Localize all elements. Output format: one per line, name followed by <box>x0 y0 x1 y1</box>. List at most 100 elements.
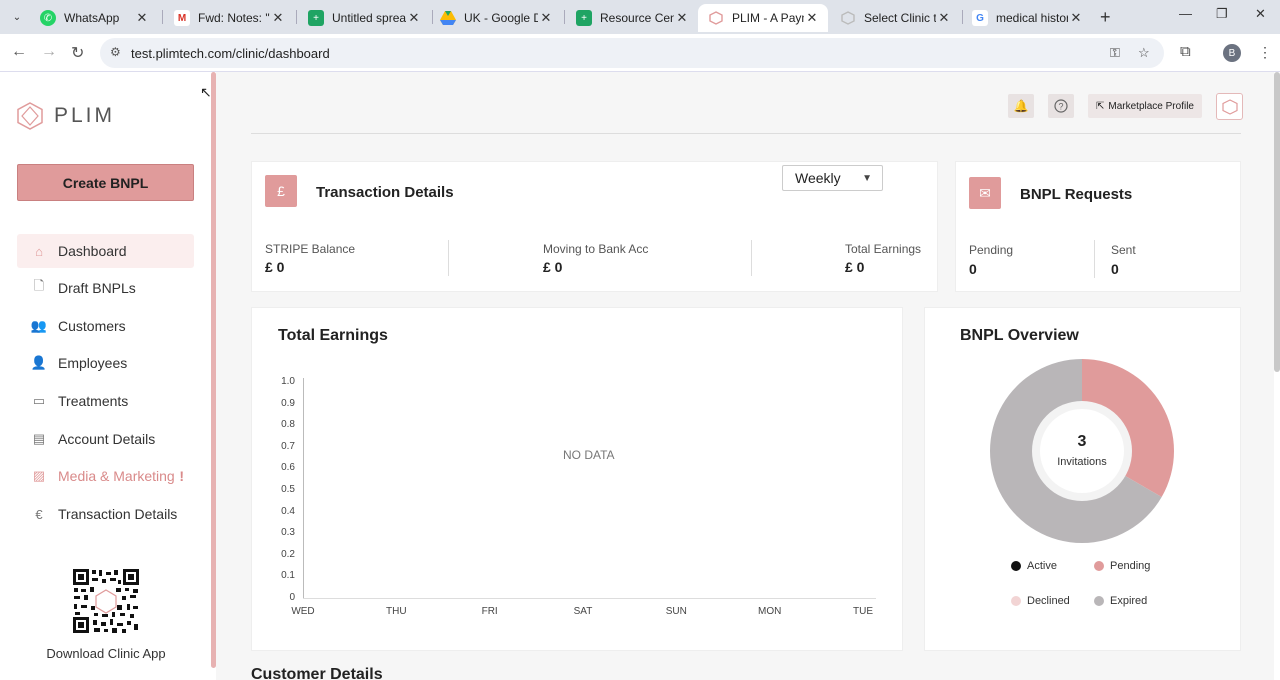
sidebar-item-draft-bnpls[interactable]: 🗋 Draft BNPLs <box>17 271 194 305</box>
legend-expired: Expired <box>1094 595 1147 607</box>
plim-icon <box>708 10 724 26</box>
chart-title: Total Earnings <box>278 327 388 344</box>
back-icon[interactable]: ← <box>11 43 27 61</box>
stat-label: Sent <box>1111 243 1136 257</box>
tab-medical-history[interactable]: G medical history c ✕ <box>962 4 1092 32</box>
close-icon[interactable]: ✕ <box>538 10 554 26</box>
tab-resource-centre[interactable]: + Resource Centre ✕ <box>566 4 698 32</box>
user-add-icon: 👤 <box>30 355 48 370</box>
profile-avatar[interactable]: B <box>1223 44 1241 62</box>
plim-logo-icon <box>17 102 43 130</box>
stat-label: Pending <box>969 243 1014 257</box>
create-bnpl-button[interactable]: Create BNPL <box>17 164 194 201</box>
period-select[interactable]: Weekly ▼ <box>782 165 883 191</box>
close-icon[interactable]: ✕ <box>406 10 422 26</box>
stat-value: 0 <box>969 261 977 277</box>
sidebar-item-label: Draft BNPLs <box>58 280 136 296</box>
close-icon[interactable]: ✕ <box>134 10 150 26</box>
tab-label: Resource Centre <box>600 11 674 25</box>
chart-title: BNPL Overview <box>960 327 1079 344</box>
sidebar-item-transaction-details[interactable]: € Transaction Details <box>17 497 194 531</box>
site-settings-icon[interactable]: ⚙ <box>110 45 121 59</box>
sidebar-item-label: Media & Marketing <box>58 468 175 484</box>
stat-label: Moving to Bank Acc <box>543 242 649 256</box>
account-avatar-button[interactable] <box>1216 93 1243 120</box>
tab-google-drive[interactable]: UK - Google Driv ✕ <box>430 4 562 32</box>
reload-icon[interactable]: ↻ <box>71 43 84 63</box>
sidebar-item-media-marketing[interactable]: ▨ Media & Marketing ! <box>17 459 194 493</box>
browser-menu-icon[interactable]: ⋮ <box>1258 44 1272 61</box>
new-tab-icon[interactable]: + <box>1100 7 1111 28</box>
sidebar-item-label: Transaction Details <box>58 506 178 522</box>
marketplace-profile-label: Marketplace Profile <box>1108 100 1194 112</box>
legend-label: Active <box>1027 560 1057 572</box>
y-tick-label: 0 <box>289 592 295 603</box>
card-title: BNPL Requests <box>1020 186 1133 203</box>
id-card-icon: ▤ <box>32 431 46 446</box>
sidebar-item-label: Dashboard <box>58 243 127 259</box>
bnpl-requests-card: ✉ BNPL Requests Pending 0 Sent 0 <box>955 161 1241 292</box>
bookmark-star-icon[interactable]: ☆ <box>1138 45 1150 61</box>
restore-icon[interactable]: ❐ <box>1216 6 1228 22</box>
tab-search-icon[interactable]: ⌄ <box>6 6 28 28</box>
sidebar-item-employees[interactable]: 👤 Employees <box>17 346 194 380</box>
sidebar-item-dashboard[interactable]: ⌂ Dashboard <box>17 234 194 268</box>
legend-dot <box>1094 596 1104 606</box>
help-icon[interactable]: ? <box>1048 94 1074 118</box>
x-tick-label: WED <box>291 606 315 617</box>
stat-value: 0 <box>1111 261 1119 277</box>
password-key-icon[interactable]: ⚿ <box>1110 45 1120 61</box>
sidebar-item-label: Customers <box>58 318 126 334</box>
x-tick-label: MON <box>757 606 782 617</box>
tab-label: Select Clinic to c <box>864 11 936 25</box>
sidebar-item-account-details[interactable]: ▤ Account Details <box>17 422 194 456</box>
external-link-icon: ⇱ <box>1096 100 1105 112</box>
whatsapp-icon: ✆ <box>40 10 56 26</box>
envelope-icon: ✉ <box>969 177 1001 209</box>
y-tick-label: 0.6 <box>281 462 295 474</box>
extensions-icon[interactable]: ⧉ <box>1180 43 1191 60</box>
bell-icon[interactable]: 🔔 <box>1008 94 1034 118</box>
tab-plim[interactable]: PLIM - A Paymen ✕ <box>698 4 828 32</box>
sidebar-item-customers[interactable]: 👥 Customers <box>17 309 194 343</box>
tab-select-clinic[interactable]: Select Clinic to c ✕ <box>830 4 960 32</box>
browser-tab-bar: ⌄ ✆ WhatsApp ✕ M Fwd: Notes: "Re ✕ + Unt… <box>0 0 1280 34</box>
qr-code[interactable] <box>72 568 140 634</box>
x-tick-label: SAT <box>573 606 593 617</box>
treatments-icon: ▭ <box>32 393 46 408</box>
download-clinic-app-label[interactable]: Download Clinic App <box>0 646 212 661</box>
stat-value: £ 0 <box>265 259 285 275</box>
close-icon[interactable]: ✕ <box>270 10 286 26</box>
page-scrollbar[interactable] <box>1274 72 1280 372</box>
forward-icon[interactable]: → <box>41 43 57 61</box>
url-text: test.plimtech.com/clinic/dashboard <box>131 46 330 61</box>
minimize-icon[interactable]: — <box>1179 6 1192 21</box>
logo-text: PLIM <box>54 104 116 127</box>
sidebar-item-treatments[interactable]: ▭ Treatments <box>17 384 194 418</box>
close-icon[interactable]: ✕ <box>936 10 952 26</box>
browser-toolbar: ← → ↻ ⚙ test.plimtech.com/clinic/dashboa… <box>0 34 1280 72</box>
address-bar[interactable]: ⚙ test.plimtech.com/clinic/dashboard ⚿ ☆ <box>100 38 1164 68</box>
y-axis-line <box>303 378 304 598</box>
tab-label: medical history c <box>996 11 1068 25</box>
tab-spreadsheet[interactable]: + Untitled spreads ✕ <box>298 4 430 32</box>
sidebar-item-label: Account Details <box>58 431 156 447</box>
marketplace-profile-button[interactable]: ⇱ Marketplace Profile <box>1088 94 1202 118</box>
close-icon[interactable]: ✕ <box>804 10 820 26</box>
sheets-icon: + <box>576 10 592 26</box>
window-close-icon[interactable]: ✕ <box>1255 6 1266 22</box>
close-icon[interactable]: ✕ <box>674 10 690 26</box>
plim-avatar-icon <box>1221 98 1238 115</box>
x-tick-label: FRI <box>481 606 498 617</box>
chevron-down-icon: ▼ <box>862 172 872 184</box>
close-icon[interactable]: ✕ <box>1068 10 1084 26</box>
y-tick-label: 0.7 <box>281 440 295 452</box>
tab-label: PLIM - A Paymen <box>732 11 804 25</box>
no-data-label: NO DATA <box>563 448 615 462</box>
card-title: Transaction Details <box>316 184 454 201</box>
tab-gmail[interactable]: M Fwd: Notes: "Re ✕ <box>164 4 294 32</box>
tab-whatsapp[interactable]: ✆ WhatsApp ✕ <box>30 4 158 32</box>
x-tick-label: TUE <box>853 606 873 617</box>
plim-logo[interactable]: PLIM <box>16 102 115 130</box>
users-icon: 👥 <box>30 318 48 333</box>
